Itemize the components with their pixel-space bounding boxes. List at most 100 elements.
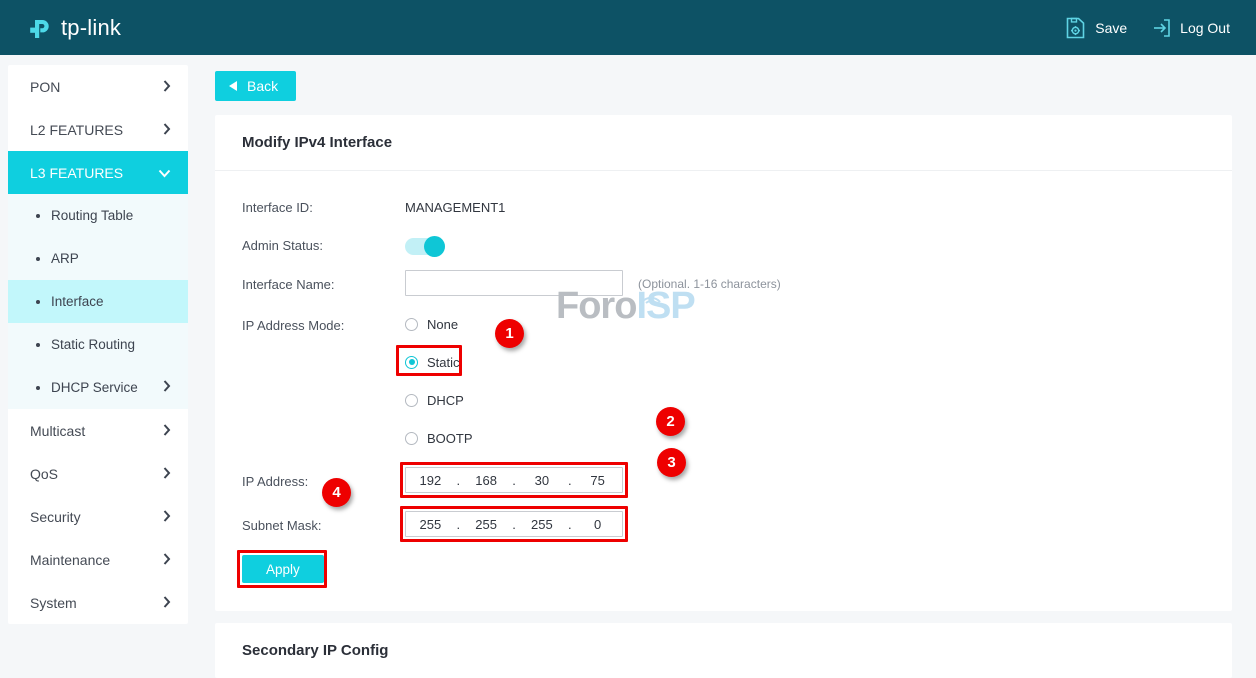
octet-separator: . bbox=[455, 473, 462, 488]
sidebar-item-label: PON bbox=[30, 79, 60, 95]
ip-address-input-group[interactable]: . . . bbox=[405, 467, 623, 493]
interface-name-label: Interface Name: bbox=[215, 270, 405, 300]
ip-address-row: IP Address: . . . bbox=[215, 467, 1232, 497]
subnet-mask-label: Subnet Mask: bbox=[215, 511, 405, 541]
sidebar-submenu-l3-features: Routing Table ARP Interface Static Routi… bbox=[8, 194, 188, 409]
octet-separator: . bbox=[511, 473, 518, 488]
chevron-right-icon bbox=[163, 509, 171, 525]
chevron-right-icon bbox=[163, 552, 171, 568]
sidebar-item-label: Maintenance bbox=[30, 552, 110, 568]
admin-status-toggle[interactable] bbox=[405, 238, 445, 255]
panel-body: Interface ID: MANAGEMENT1 Admin Status: … bbox=[215, 171, 1232, 611]
radio-option-static[interactable]: Static bbox=[405, 349, 464, 375]
subnet-mask-input-group[interactable]: . . . bbox=[405, 511, 623, 537]
chevron-right-icon bbox=[163, 595, 171, 611]
bullet-icon bbox=[36, 343, 40, 347]
radio-icon bbox=[405, 432, 418, 445]
sidebar-item-dhcp-service[interactable]: DHCP Service bbox=[8, 366, 188, 409]
mask-octet-4[interactable] bbox=[573, 517, 622, 532]
modify-ipv4-interface-panel: Modify IPv4 Interface Interface ID: MANA… bbox=[215, 115, 1232, 611]
octet-separator: . bbox=[566, 517, 573, 532]
sidebar-item-arp[interactable]: ARP bbox=[8, 237, 188, 280]
sidebar-item-label: QoS bbox=[30, 466, 58, 482]
sidebar-item-label: Static Routing bbox=[51, 337, 135, 352]
sidebar-item-l2-features[interactable]: L2 FEATURES bbox=[8, 108, 188, 151]
radio-option-dhcp[interactable]: DHCP bbox=[405, 387, 468, 413]
sidebar-item-label: Interface bbox=[51, 294, 104, 309]
ip-address-mode-radio-group: None Static DHCP bbox=[405, 311, 477, 451]
tplink-logo-icon bbox=[26, 13, 56, 43]
ip-address-mode-label: IP Address Mode: bbox=[215, 311, 405, 341]
annotation-badge-2: 2 bbox=[656, 407, 685, 436]
sidebar-item-label: Multicast bbox=[30, 423, 85, 439]
logout-arrow-icon bbox=[1151, 18, 1171, 38]
sidebar-item-multicast[interactable]: Multicast bbox=[8, 409, 188, 452]
sidebar-item-system[interactable]: System bbox=[8, 581, 188, 624]
sidebar-item-interface[interactable]: Interface bbox=[8, 280, 188, 323]
sidebar-item-static-routing[interactable]: Static Routing bbox=[8, 323, 188, 366]
chevron-right-icon bbox=[163, 380, 171, 395]
secondary-panel-title: Secondary IP Config bbox=[215, 623, 1232, 678]
brand-logo[interactable]: tp-link bbox=[26, 13, 121, 43]
annotation-badge-3: 3 bbox=[657, 448, 686, 477]
apply-row: Apply bbox=[215, 555, 1232, 585]
sidebar-item-pon[interactable]: PON bbox=[8, 65, 188, 108]
chevron-right-icon bbox=[163, 79, 171, 95]
radio-option-bootp[interactable]: BOOTP bbox=[405, 425, 477, 451]
mask-octet-3[interactable] bbox=[518, 517, 567, 532]
logout-label: Log Out bbox=[1180, 20, 1230, 36]
sidebar-item-l3-features[interactable]: L3 FEATURES bbox=[8, 151, 188, 194]
subnet-mask-row: Subnet Mask: . . . bbox=[215, 511, 1232, 541]
secondary-ip-config-panel: Secondary IP Config bbox=[215, 623, 1232, 678]
radio-icon-selected bbox=[405, 356, 418, 369]
sidebar-item-maintenance[interactable]: Maintenance bbox=[8, 538, 188, 581]
interface-name-input[interactable] bbox=[405, 270, 623, 296]
interface-name-row: Interface Name: (Optional. 1-16 characte… bbox=[215, 270, 1232, 300]
octet-separator: . bbox=[511, 517, 518, 532]
interface-name-hint: (Optional. 1-16 characters) bbox=[638, 270, 781, 298]
save-gear-icon bbox=[1065, 17, 1086, 39]
logout-button[interactable]: Log Out bbox=[1151, 18, 1230, 38]
top-header-bar: tp-link Save bbox=[0, 0, 1256, 55]
ip-octet-1[interactable] bbox=[406, 473, 455, 488]
apply-button[interactable]: Apply bbox=[242, 555, 324, 583]
main-content: Back Modify IPv4 Interface Interface ID:… bbox=[199, 65, 1248, 678]
ip-octet-3[interactable] bbox=[518, 473, 567, 488]
brand-name: tp-link bbox=[61, 15, 121, 41]
radio-icon bbox=[405, 318, 418, 331]
sidebar-item-label: System bbox=[30, 595, 77, 611]
chevron-down-icon bbox=[158, 165, 171, 181]
sidebar-item-security[interactable]: Security bbox=[8, 495, 188, 538]
sidebar-item-label: DHCP Service bbox=[51, 380, 138, 395]
radio-icon bbox=[405, 394, 418, 407]
interface-id-row: Interface ID: MANAGEMENT1 bbox=[215, 193, 1232, 223]
sidebar-item-label: L3 FEATURES bbox=[30, 165, 123, 181]
sidebar-navigation: PON L2 FEATURES L3 FEATURES Routing Tabl… bbox=[8, 65, 188, 624]
toggle-knob bbox=[424, 236, 445, 257]
sidebar-item-label: ARP bbox=[51, 251, 79, 266]
bullet-icon bbox=[36, 214, 40, 218]
chevron-right-icon bbox=[163, 122, 171, 138]
sidebar-item-routing-table[interactable]: Routing Table bbox=[8, 194, 188, 237]
ip-address-label: IP Address: bbox=[215, 467, 405, 497]
chevron-right-icon bbox=[163, 423, 171, 439]
ip-octet-4[interactable] bbox=[573, 473, 622, 488]
save-label: Save bbox=[1095, 20, 1127, 36]
radio-option-none[interactable]: None bbox=[405, 311, 462, 337]
annotation-badge-4: 4 bbox=[322, 478, 351, 507]
bullet-icon bbox=[36, 257, 40, 261]
back-button[interactable]: Back bbox=[215, 71, 296, 101]
ip-address-mode-row: IP Address Mode: None Static bbox=[215, 311, 1232, 451]
mask-octet-1[interactable] bbox=[406, 517, 455, 532]
mask-octet-2[interactable] bbox=[462, 517, 511, 532]
admin-status-row: Admin Status: bbox=[215, 231, 1232, 261]
ip-octet-2[interactable] bbox=[462, 473, 511, 488]
annotation-badge-1: 1 bbox=[495, 319, 524, 348]
sidebar-item-qos[interactable]: QoS bbox=[8, 452, 188, 495]
chevron-right-icon bbox=[163, 466, 171, 482]
interface-id-label: Interface ID: bbox=[215, 193, 405, 223]
interface-id-value: MANAGEMENT1 bbox=[405, 193, 505, 223]
bullet-icon bbox=[36, 386, 40, 390]
sidebar-item-label: Security bbox=[30, 509, 81, 525]
save-button[interactable]: Save bbox=[1065, 17, 1127, 39]
